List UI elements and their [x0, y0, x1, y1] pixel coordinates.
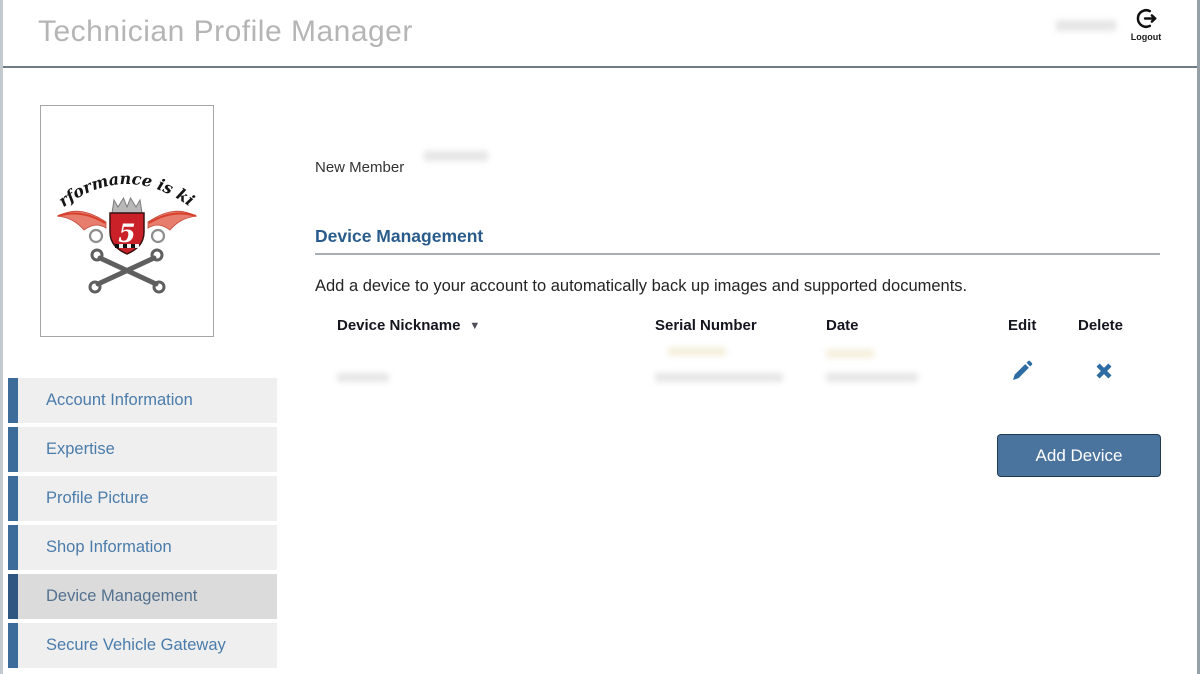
delete-x-icon	[1092, 371, 1116, 386]
sidebar-item-account-information[interactable]: Account Information	[8, 378, 277, 423]
page-title: Technician Profile Manager	[38, 15, 413, 49]
column-header-serial-number: Serial Number	[655, 317, 757, 334]
page-left-border	[0, 0, 3, 674]
edit-pencil-icon	[1010, 371, 1034, 386]
section-description: Add a device to your account to automati…	[315, 277, 967, 296]
section-divider	[315, 253, 1160, 255]
logo-shield-number: 5	[118, 219, 135, 248]
column-header-label: Device Nickname	[337, 317, 460, 334]
logout-button[interactable]: Logout	[1122, 7, 1170, 42]
redacted-smudge	[826, 349, 874, 358]
sidebar-item-label: Device Management	[46, 587, 197, 605]
redacted-date	[826, 373, 918, 382]
profile-picture: performance is king 5	[40, 105, 214, 337]
sidebar-item-label: Shop Information	[46, 538, 172, 556]
logout-label: Logout	[1122, 32, 1170, 42]
sidebar-item-profile-picture[interactable]: Profile Picture	[8, 476, 277, 521]
add-device-button[interactable]: Add Device	[997, 434, 1161, 477]
redacted-smudge	[668, 347, 726, 356]
logo-crown	[112, 198, 142, 213]
redacted-device-nickname	[337, 373, 389, 382]
logo-checker-band	[115, 244, 139, 248]
sort-desc-icon[interactable]: ▼	[469, 320, 480, 332]
column-header-delete: Delete	[1078, 317, 1123, 334]
app-header: Technician Profile Manager Logout	[0, 0, 1200, 68]
column-header-edit: Edit	[1008, 317, 1036, 334]
svg-text:performance is king: performance is king	[44, 146, 198, 211]
profile-logo-image: performance is king 5	[44, 146, 210, 296]
sidebar-item-label: Secure Vehicle Gateway	[46, 636, 226, 654]
logo-arc-text: performance is king	[44, 146, 198, 211]
sidebar-item-shop-information[interactable]: Shop Information	[8, 525, 277, 570]
member-status: New Member	[315, 159, 404, 176]
sidebar-item-label: Profile Picture	[46, 489, 149, 507]
sidebar-item-device-management[interactable]: Device Management	[8, 574, 277, 619]
redacted-member-name	[424, 151, 488, 161]
sidebar-item-label: Expertise	[46, 440, 115, 458]
page: Technician Profile Manager Logout perfor…	[0, 0, 1200, 674]
column-header-date: Date	[826, 317, 859, 334]
logo-wrenches	[90, 250, 164, 292]
sidebar-nav: Account Information Expertise Profile Pi…	[8, 378, 277, 668]
edit-device-button[interactable]	[1009, 359, 1035, 385]
column-header-device-nickname[interactable]: Device Nickname ▼	[337, 317, 480, 334]
sidebar-item-expertise[interactable]: Expertise	[8, 427, 277, 472]
sidebar-item-label: Account Information	[46, 391, 193, 409]
section-title: Device Management	[315, 226, 483, 247]
delete-device-button[interactable]	[1091, 359, 1117, 385]
sidebar-item-secure-vehicle-gateway[interactable]: Secure Vehicle Gateway	[8, 623, 277, 668]
redacted-username	[1056, 20, 1116, 31]
redacted-serial-number	[655, 373, 783, 382]
